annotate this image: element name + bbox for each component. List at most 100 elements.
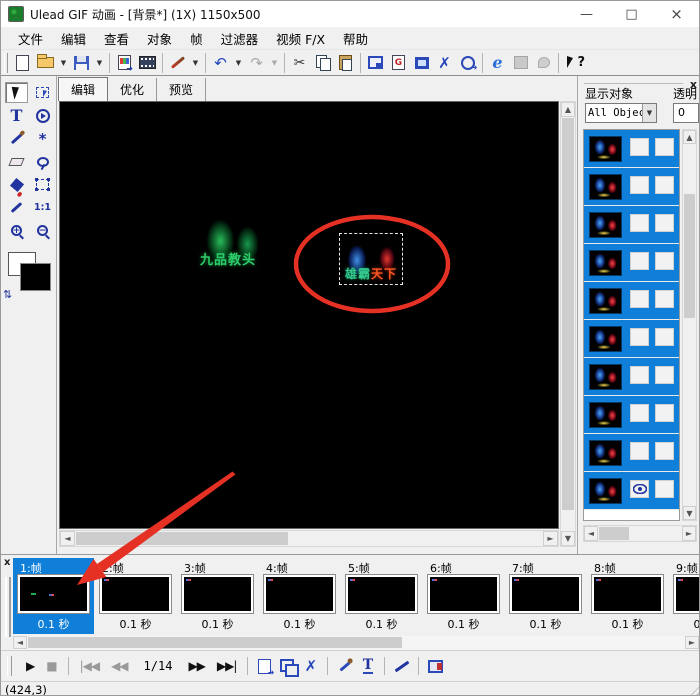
show-checkbox[interactable] [630,404,649,422]
object-row[interactable] [584,472,679,510]
export-frames-button[interactable] [424,655,447,677]
maximize-button[interactable]: □ [609,1,654,27]
transparency-input[interactable]: 0 [673,103,699,123]
open-dropdown[interactable]: ▼ [57,52,70,74]
save-button[interactable] [70,52,93,74]
wizard-dropdown[interactable]: ▼ [189,52,202,74]
context-help-button[interactable]: ? [562,52,590,74]
scroll-right-icon[interactable]: ► [685,636,699,649]
object-row[interactable] [584,396,679,434]
object-row[interactable] [584,434,679,472]
transparent-checkbox[interactable] [655,252,674,270]
redo-button[interactable]: ↷ [245,52,268,74]
cut-button[interactable]: ✂ [288,52,311,74]
object-row[interactable] [584,168,679,206]
add-to-bank-button[interactable] [410,52,433,74]
show-checkbox[interactable] [630,214,649,232]
frame-cell-8[interactable]: 8:帧 0.1 秒 [587,558,668,634]
tab-preview[interactable]: 预览 [157,78,206,101]
transparent-checkbox[interactable] [655,328,674,346]
foreground-color-swatch[interactable] [20,263,51,291]
show-checkbox[interactable] [630,138,649,156]
toolbar-grip[interactable] [4,53,8,73]
transparent-checkbox[interactable] [655,480,674,498]
show-checkbox[interactable] [630,480,649,498]
minimize-button[interactable]: — [564,1,609,27]
swap-colors-icon[interactable]: ⇅ [3,288,12,301]
delete-frame-button[interactable]: ✗ [299,655,322,677]
scroll-left-icon[interactable]: ◄ [60,531,75,546]
canvas-vscrollbar[interactable]: ▲ ▼ [560,101,576,547]
gif-optimize-button[interactable]: G [387,52,410,74]
tween-button[interactable] [333,655,356,677]
new-button[interactable] [11,52,34,74]
video-fx-button[interactable] [390,655,413,677]
frame-cell-1[interactable]: 1:帧 0.1 秒 [13,558,94,634]
show-checkbox[interactable] [630,290,649,308]
menu-view[interactable]: 查看 [95,27,138,50]
copy-button[interactable] [311,52,334,74]
show-checkbox[interactable] [630,328,649,346]
tab-edit[interactable]: 编辑 [58,77,108,101]
eraser-tool-button[interactable] [5,151,28,172]
browser-preview-button[interactable]: e [486,52,509,74]
redo-dropdown[interactable]: ▼ [268,52,281,74]
menu-filters[interactable]: 过滤器 [212,27,268,50]
fill-tool-button[interactable] [5,174,28,195]
delete-object-button[interactable]: ✗ [433,52,456,74]
frame-cell-2[interactable]: 2:帧 0.1 秒 [95,558,176,634]
frame-cell-5[interactable]: 5:帧 0.1 秒 [341,558,422,634]
frame-cell-4[interactable]: 4:帧 0.1 秒 [259,558,340,634]
play-button[interactable]: ▶ [20,659,40,673]
timeline-hscroll-thumb[interactable] [28,637,402,648]
menu-video-fx[interactable]: 视频 F/X [267,27,334,50]
eyedropper-tool-button[interactable] [5,197,28,218]
close-button[interactable]: × [654,1,699,27]
paste-button[interactable] [334,52,357,74]
scroll-left-icon[interactable]: ◄ [13,636,27,649]
canvas-hscrollbar[interactable]: ◄ ► [59,530,559,547]
menu-help[interactable]: 帮助 [334,27,377,50]
scroll-left-icon[interactable]: ◄ [584,526,598,541]
object-filter-dropdown[interactable]: All Object: ▼ [585,103,657,123]
menu-file[interactable]: 文件 [9,27,52,50]
transparent-checkbox[interactable] [655,366,674,384]
hscroll-thumb[interactable] [76,532,288,545]
next-frame-button[interactable]: ▶▶ [182,659,210,673]
resize-grip[interactable] [687,683,700,696]
menu-object[interactable]: 对象 [138,27,181,50]
object-list-hscrollbar[interactable]: ◄ ► [583,525,697,542]
add-frame-button[interactable] [253,655,276,677]
vscroll-thumb[interactable] [562,118,574,510]
select-tool-button[interactable] [5,82,28,103]
timeline-hscrollbar[interactable]: ◄ ► [13,636,699,650]
transparent-checkbox[interactable] [655,138,674,156]
edit-canvas[interactable]: 九品教头 雄霸天下 [59,101,559,529]
lasso-tool-button[interactable] [31,151,54,172]
controls-grip[interactable] [7,656,12,676]
paint-tool-button[interactable] [5,128,28,149]
scroll-up-icon[interactable]: ▲ [683,130,696,144]
scroll-down-icon[interactable]: ▼ [683,506,696,520]
object-row[interactable] [584,244,679,282]
object-list-vscrollbar[interactable]: ▲ ▼ [682,129,697,521]
scroll-down-icon[interactable]: ▼ [561,531,575,546]
transparent-checkbox[interactable] [655,290,674,308]
zoom-out-tool-button[interactable]: − [31,220,54,241]
zoom-in-tool-button[interactable]: + [5,220,28,241]
object-row[interactable] [584,358,679,396]
frame-cell-7[interactable]: 7:帧 0.1 秒 [505,558,586,634]
scroll-right-icon[interactable]: ► [682,526,696,541]
object-vscroll-thumb[interactable] [684,194,695,318]
banner-text-button[interactable]: T [356,655,379,677]
timeline-grip[interactable] [5,577,11,637]
transparent-checkbox[interactable] [655,176,674,194]
object-row[interactable] [584,282,679,320]
frame-cell-3[interactable]: 3:帧 0.1 秒 [177,558,258,634]
undo-dropdown[interactable]: ▼ [232,52,245,74]
show-checkbox[interactable] [630,442,649,460]
add-video-button[interactable] [136,52,159,74]
timeline-close-icon[interactable]: x [4,557,10,568]
object-row[interactable] [584,130,679,168]
frame-cell-6[interactable]: 6:帧 0.1 秒 [423,558,504,634]
